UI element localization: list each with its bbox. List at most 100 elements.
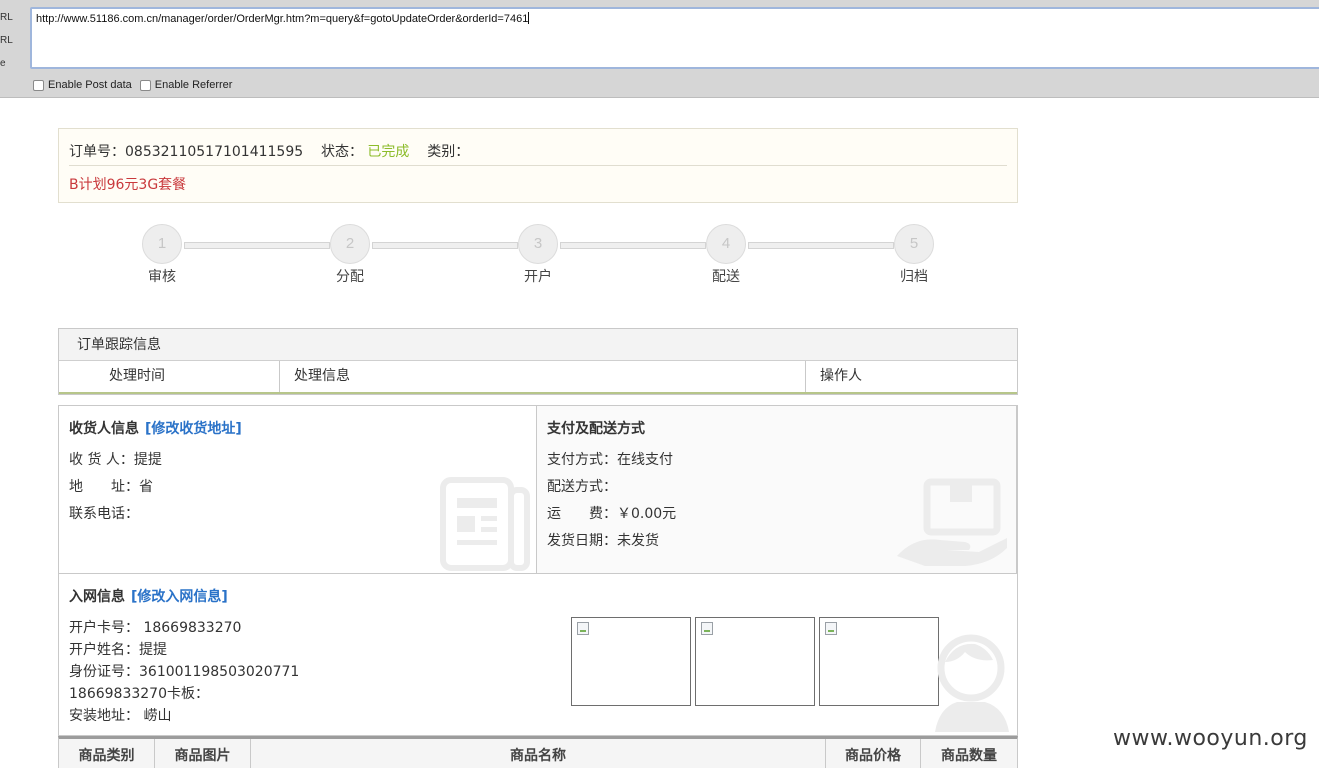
step-number: 5 <box>894 224 934 264</box>
step-label: 开户 <box>524 269 552 285</box>
id-number: 361001198503020771 <box>139 664 300 680</box>
id-label: 身份证号： <box>69 664 139 680</box>
install-address: 崂山 <box>143 708 172 724</box>
receiver-section: 收货人信息 [修改收货地址] 收 货 人：提提 地 址：省 联系电话： <box>59 406 537 574</box>
url-input[interactable]: http://www.51186.com.cn/manager/order/Or… <box>30 7 1319 69</box>
col-goods-name: 商品名称 <box>510 748 566 764</box>
card-board: 18669833270卡板： <box>69 686 209 702</box>
holder-label: 开户姓名： <box>69 642 139 658</box>
browser-toolbar: RL RL e http://www.51186.com.cn/manager/… <box>0 0 1319 98</box>
col-goods-image: 商品图片 <box>174 748 231 764</box>
order-meta: 订单号：08532110517101411595 状态： 已完成 类别： <box>69 141 469 161</box>
side-label-3: e <box>0 58 6 69</box>
id-row: 身份证号：361001198503020771 <box>69 661 299 681</box>
broken-image-icon <box>577 622 589 635</box>
tracking-header-row: 处理时间 处理信息 操作人 <box>59 361 1017 394</box>
tracking-table: 订单跟踪信息 处理时间 处理信息 操作人 <box>58 328 1018 395</box>
step-open-account: 3 开户 <box>498 224 578 286</box>
card-board-row: 18669833270卡板： <box>69 683 209 703</box>
edit-address-link[interactable]: [修改收货地址] <box>145 421 242 437</box>
receiver-phone-label: 联系电话： <box>69 506 139 522</box>
id-photo-3[interactable] <box>819 617 939 706</box>
pay-method-row: 支付方式：在线支付 <box>547 449 673 469</box>
progress-bar-1 <box>184 242 330 249</box>
step-label: 归档 <box>900 269 928 285</box>
receiver-name-row: 收 货 人：提提 <box>69 449 162 469</box>
card-row: 开户卡号： 18669833270 <box>69 617 241 637</box>
receiver-name: 提提 <box>133 452 162 468</box>
broken-image-icon <box>825 622 837 635</box>
col-operator: 操作人 <box>820 368 862 384</box>
status-label: 状态： <box>320 144 363 160</box>
edit-network-link[interactable]: [修改入网信息] <box>131 589 228 605</box>
enable-referrer-checkbox[interactable] <box>139 79 151 91</box>
payment-section: 支付及配送方式 支付方式：在线支付 配送方式： 运 费：￥0.00元 发货日期：… <box>537 406 1017 574</box>
text-caret <box>528 12 530 24</box>
delivery-method-row: 配送方式： <box>547 476 617 496</box>
col-process-time: 处理时间 <box>109 368 165 384</box>
step-assign: 2 分配 <box>310 224 390 286</box>
document-icon <box>440 477 530 571</box>
ship-date-row: 发货日期：未发货 <box>547 530 659 550</box>
options-row: Enable Post data Enable Referrer <box>33 79 240 91</box>
divider <box>69 165 1007 166</box>
col-process-info: 处理信息 <box>294 368 350 384</box>
goods-table-header: 商品类别 商品图片 商品名称 商品价格 商品数量 <box>58 736 1018 768</box>
receiver-address-row: 地 址：省 <box>69 476 153 496</box>
side-labels: RL RL e <box>0 6 13 75</box>
step-label: 配送 <box>712 269 740 285</box>
receiver-title-row: 收货人信息 [修改收货地址] <box>69 418 242 438</box>
ship-date-label: 发货日期： <box>547 533 617 549</box>
order-progress: 1 审核 2 分配 3 开户 4 配送 5 归档 <box>0 224 1319 294</box>
receiver-name-label: 收 货 人： <box>69 452 134 468</box>
step-label: 审核 <box>148 269 176 285</box>
network-section: 入网信息 [修改入网信息] 开户卡号： 18669833270 开户姓名：提提 身… <box>58 573 1018 736</box>
ship-date: 未发货 <box>617 533 659 549</box>
receiver-address-label: 地 址： <box>69 479 139 495</box>
network-title-row: 入网信息 [修改入网信息] <box>69 586 228 606</box>
progress-bar-2 <box>372 242 518 249</box>
progress-bar-3 <box>560 242 706 249</box>
network-title: 入网信息 <box>69 589 125 605</box>
pay-method-label: 支付方式： <box>547 452 617 468</box>
step-number: 1 <box>142 224 182 264</box>
watermark: www.wooyun.org <box>1113 726 1308 751</box>
enable-referrer-label[interactable]: Enable Referrer <box>155 79 233 91</box>
col-goods-quantity: 商品数量 <box>941 748 997 764</box>
pay-method: 在线支付 <box>617 452 673 468</box>
id-photo-2[interactable] <box>695 617 815 706</box>
step-label: 分配 <box>336 269 364 285</box>
hand-box-icon <box>897 478 1007 566</box>
step-review: 1 审核 <box>122 224 202 286</box>
shipping-fee-row: 运 费：￥0.00元 <box>547 503 676 523</box>
delivery-method-label: 配送方式： <box>547 479 617 495</box>
card-number: 18669833270 <box>143 620 242 636</box>
url-text: http://www.51186.com.cn/manager/order/Or… <box>36 13 529 25</box>
card-label: 开户卡号： <box>69 620 139 636</box>
install-label: 安装地址： <box>69 708 139 724</box>
shipping-fee: ￥0.00元 <box>617 506 677 522</box>
payment-title: 支付及配送方式 <box>547 421 645 437</box>
order-number-label: 订单号： <box>69 144 125 160</box>
order-number: 08532110517101411595 <box>125 144 304 160</box>
step-delivery: 4 配送 <box>686 224 766 286</box>
col-separator <box>279 361 280 392</box>
tracking-title: 订单跟踪信息 <box>59 329 1017 361</box>
person-icon <box>935 634 1009 732</box>
holder-row: 开户姓名：提提 <box>69 639 167 659</box>
shipping-fee-label: 运 费： <box>547 506 617 522</box>
step-number: 3 <box>518 224 558 264</box>
id-photo-1[interactable] <box>571 617 691 706</box>
install-row: 安装地址： 崂山 <box>69 705 171 725</box>
col-separator <box>805 361 806 392</box>
category-label: 类别： <box>427 144 470 160</box>
holder-name: 提提 <box>139 642 167 658</box>
enable-post-label[interactable]: Enable Post data <box>48 79 132 91</box>
col-goods-category: 商品类别 <box>78 748 135 764</box>
col-goods-price: 商品价格 <box>845 748 901 764</box>
enable-post-checkbox[interactable] <box>33 79 44 91</box>
receiver-title: 收货人信息 <box>69 421 139 437</box>
progress-bar-4 <box>748 242 894 249</box>
side-label-1: RL <box>0 12 13 23</box>
step-archive: 5 归档 <box>874 224 954 286</box>
